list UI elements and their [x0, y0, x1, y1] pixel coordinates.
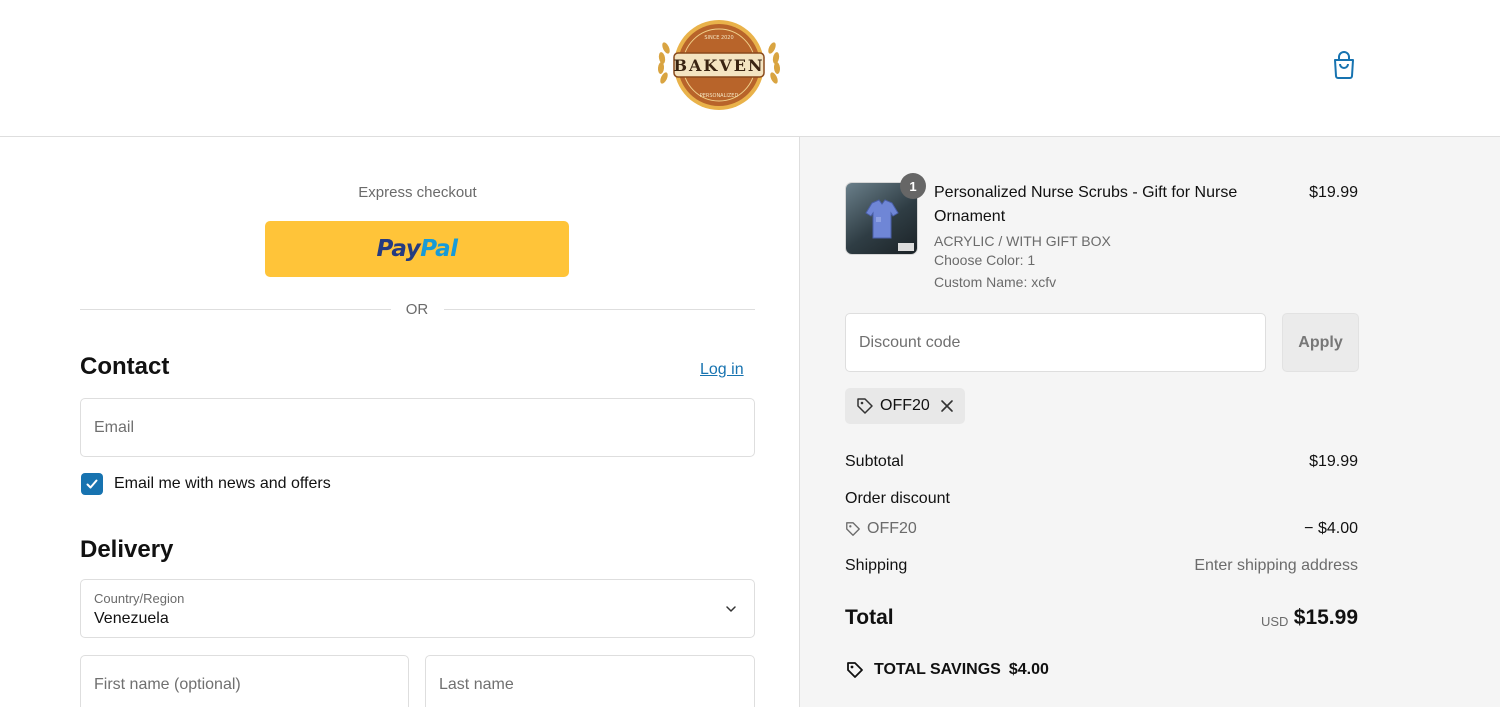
- total-currency: USD: [1261, 614, 1289, 629]
- discount-code-input[interactable]: [846, 314, 1265, 371]
- discount-code-field[interactable]: [845, 313, 1266, 372]
- product-custom-name: Custom Name: xcfv: [934, 274, 1057, 290]
- product-variant: ACRYLIC / WITH GIFT BOX: [934, 233, 1111, 249]
- contact-heading: Contact: [80, 353, 170, 380]
- order-summary: 1 Personalized Nurse Scrubs - Gift for N…: [799, 137, 1500, 707]
- email-input[interactable]: [81, 399, 754, 456]
- applied-code: OFF20: [880, 397, 930, 414]
- savings-value: $4.00: [1008, 661, 1049, 678]
- close-icon[interactable]: [940, 399, 954, 413]
- discount-code-row: OFF20: [845, 520, 917, 538]
- bakven-logo[interactable]: BAKVEN SINCE 2020 PERSONALIZED: [652, 18, 786, 112]
- discount-code-text: OFF20: [867, 520, 917, 537]
- paypal-logo-pay: Pay: [376, 236, 421, 262]
- last-name-field[interactable]: [425, 655, 755, 707]
- divider-line: [444, 309, 755, 310]
- tag-icon: [846, 522, 860, 536]
- total-savings: TOTAL SAVINGS $4.00: [845, 660, 1049, 680]
- svg-text:BAKVEN: BAKVEN: [673, 56, 764, 75]
- subtotal-value: $19.99: [1309, 453, 1358, 470]
- first-name-input[interactable]: [81, 656, 408, 707]
- savings-label: TOTAL SAVINGS: [874, 661, 1001, 678]
- apply-discount-button[interactable]: Apply: [1282, 313, 1359, 372]
- delivery-heading: Delivery: [80, 536, 174, 563]
- tag-icon: [857, 398, 873, 414]
- country-label: Country/Region: [94, 591, 185, 606]
- express-checkout-label: Express checkout: [358, 184, 477, 201]
- shopping-bag-icon[interactable]: [1330, 50, 1358, 80]
- header: BAKVEN SINCE 2020 PERSONALIZED: [0, 0, 1500, 137]
- first-name-field[interactable]: [80, 655, 409, 707]
- quantity-badge: 1: [900, 173, 926, 199]
- product-price: $19.99: [1309, 184, 1358, 201]
- paypal-button[interactable]: Pay Pal: [265, 221, 569, 277]
- or-text: OR: [405, 301, 429, 318]
- newsletter-label: Email me with news and offers: [114, 475, 331, 492]
- paypal-logo-pal: Pal: [420, 236, 458, 262]
- login-link[interactable]: Log in: [700, 361, 744, 379]
- product-color: Choose Color: 1: [934, 252, 1036, 268]
- total-label: Total: [845, 606, 894, 629]
- total-value: $15.99: [1293, 606, 1358, 629]
- chevron-down-icon: [726, 606, 736, 612]
- newsletter-checkbox[interactable]: [81, 473, 103, 495]
- discount-value: − $4.00: [1304, 520, 1358, 537]
- svg-text:SINCE 2020: SINCE 2020: [704, 35, 733, 41]
- shipping-value: Enter shipping address: [1194, 557, 1358, 574]
- order-discount-label: Order discount: [845, 490, 950, 507]
- product-name: Personalized Nurse Scrubs - Gift for Nur…: [934, 184, 1238, 225]
- divider-line: [80, 309, 391, 310]
- country-value: Venezuela: [94, 610, 169, 627]
- email-field[interactable]: [80, 398, 755, 457]
- or-divider: OR: [80, 300, 755, 320]
- savings-tag-icon: [847, 662, 863, 678]
- last-name-input[interactable]: [426, 656, 754, 707]
- svg-text:PERSONALIZED: PERSONALIZED: [700, 93, 739, 99]
- country-select[interactable]: Country/Region Venezuela: [80, 579, 755, 638]
- applied-discount-chip: OFF20: [845, 388, 965, 424]
- checkmark-icon: [86, 479, 98, 489]
- newsletter-option[interactable]: Email me with news and offers: [81, 473, 331, 495]
- subtotal-label: Subtotal: [845, 453, 904, 470]
- checkout-form: Express checkout Pay Pal OR Contact Log i…: [0, 137, 799, 707]
- shipping-label: Shipping: [845, 557, 908, 574]
